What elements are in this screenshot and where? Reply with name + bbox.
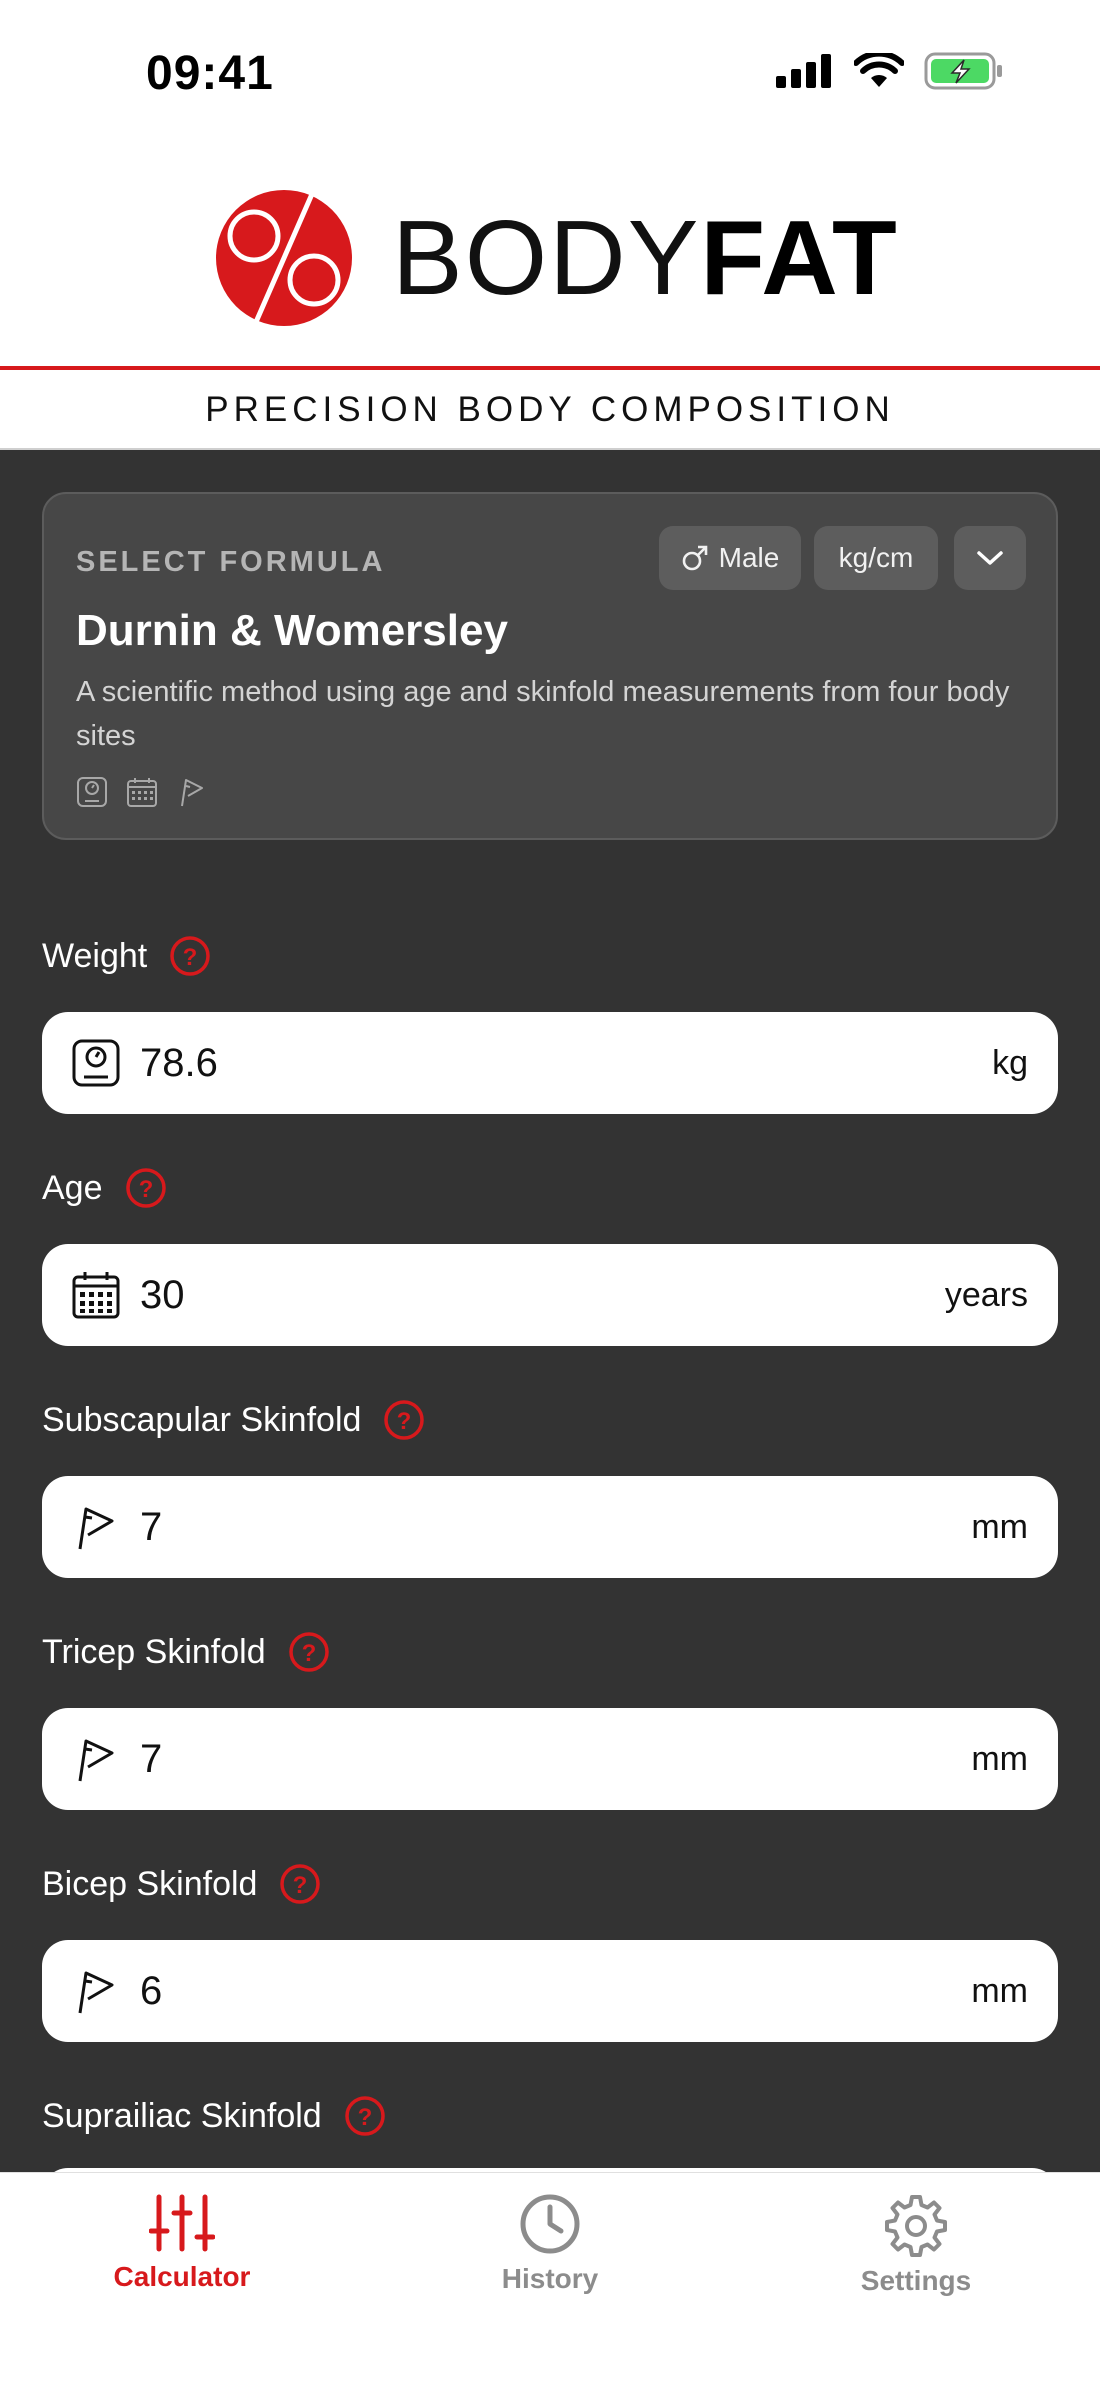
app-header: 09:41 BODYFAT PRECISION BODY COMPOSITION bbox=[0, 0, 1100, 450]
subscapular-field[interactable]: mm bbox=[42, 1476, 1058, 1578]
help-icon[interactable]: ? bbox=[383, 1399, 425, 1441]
caliper-icon bbox=[78, 1739, 114, 1782]
status-time: 09:41 bbox=[146, 47, 274, 100]
header-red-divider bbox=[0, 366, 1100, 370]
calendar-icon bbox=[72, 1272, 120, 1319]
help-icon[interactable]: ? bbox=[344, 2095, 386, 2137]
weight-label-row: Weight ? bbox=[42, 935, 211, 977]
caliper-icon bbox=[181, 779, 203, 807]
formula-title: Durnin & Womersley bbox=[76, 606, 508, 655]
tab-settings-label: Settings bbox=[860, 2265, 972, 2296]
svg-text:?: ? bbox=[183, 944, 198, 971]
chevron-down-icon bbox=[977, 551, 1003, 565]
gear-icon bbox=[885, 2195, 947, 2257]
svg-text:?: ? bbox=[293, 1872, 308, 1899]
logo-word-body: BODY bbox=[392, 199, 701, 317]
tab-history-label: History bbox=[501, 2263, 599, 2294]
bicep-field[interactable]: mm bbox=[42, 1940, 1058, 2042]
gender-toggle-button[interactable]: Male bbox=[659, 526, 801, 590]
scale-icon bbox=[72, 1039, 120, 1087]
tricep-label-row: Tricep Skinfold ? bbox=[42, 1631, 330, 1673]
scale-icon bbox=[77, 777, 107, 807]
status-icons bbox=[776, 52, 1004, 90]
units-toggle-button[interactable]: kg/cm bbox=[814, 526, 938, 590]
bicep-unit: mm bbox=[971, 1971, 1028, 2010]
tricep-field[interactable]: mm bbox=[42, 1708, 1058, 1810]
header-gray-divider bbox=[0, 448, 1100, 450]
age-label: Age bbox=[42, 1168, 103, 1207]
clock-icon bbox=[520, 2194, 580, 2254]
percent-logo-icon bbox=[216, 190, 352, 326]
help-icon[interactable]: ? bbox=[125, 1167, 167, 1209]
subscapular-unit: mm bbox=[971, 1507, 1028, 1546]
subscapular-label-row: Subscapular Skinfold ? bbox=[42, 1399, 425, 1441]
age-unit: years bbox=[944, 1275, 1028, 1314]
svg-text:?: ? bbox=[397, 1408, 412, 1435]
tricep-input[interactable] bbox=[140, 1736, 972, 1782]
select-formula-label: SELECT FORMULA bbox=[76, 546, 386, 578]
age-field[interactable]: years bbox=[42, 1244, 1058, 1346]
weight-field[interactable]: kg bbox=[42, 1012, 1058, 1114]
subscapular-input[interactable] bbox=[140, 1504, 972, 1550]
tagline: PRECISION BODY COMPOSITION bbox=[205, 390, 895, 429]
formula-description: A scientific method using age and skinfo… bbox=[76, 676, 1010, 752]
bicep-label: Bicep Skinfold bbox=[42, 1864, 258, 1903]
gender-label: Male bbox=[718, 542, 780, 573]
caliper-icon bbox=[78, 1507, 114, 1550]
wifi-icon bbox=[854, 53, 904, 87]
formula-selector-card[interactable]: SELECT FORMULA Male kg/cm Durnin & Womer… bbox=[42, 492, 1058, 840]
bodyfat-logo: BODYFAT bbox=[216, 190, 899, 326]
svg-text:?: ? bbox=[138, 1176, 153, 1203]
bicep-input[interactable] bbox=[140, 1968, 972, 2014]
tricep-unit: mm bbox=[971, 1739, 1028, 1778]
weight-input[interactable] bbox=[140, 1040, 993, 1086]
tab-settings[interactable]: Settings bbox=[816, 2193, 1016, 2297]
age-label-row: Age ? bbox=[42, 1167, 167, 1209]
help-icon[interactable]: ? bbox=[279, 1863, 321, 1905]
svg-text:?: ? bbox=[301, 1640, 316, 1667]
suprailiac-label: Suprailiac Skinfold bbox=[42, 2096, 322, 2135]
weight-unit: kg bbox=[992, 1043, 1028, 1082]
formula-dropdown-button[interactable] bbox=[954, 526, 1026, 590]
formula-required-inputs bbox=[76, 776, 208, 808]
svg-text:?: ? bbox=[357, 2104, 372, 2131]
weight-label: Weight bbox=[42, 936, 148, 975]
help-icon[interactable]: ? bbox=[288, 1631, 330, 1673]
tab-calculator-label: Calculator bbox=[113, 2261, 251, 2292]
units-label: kg/cm bbox=[838, 542, 914, 573]
tab-calculator[interactable]: Calculator bbox=[82, 2193, 282, 2293]
calendar-icon bbox=[127, 778, 157, 807]
age-input[interactable] bbox=[140, 1272, 945, 1318]
tab-history[interactable]: History bbox=[450, 2193, 650, 2295]
bottom-tab-bar: Calculator History Settings bbox=[0, 2172, 1100, 2384]
cellular-signal-icon bbox=[776, 54, 831, 88]
logo-word-fat: FAT bbox=[700, 199, 899, 317]
sliders-icon bbox=[149, 2194, 215, 2252]
battery-charging-icon bbox=[924, 52, 1002, 90]
male-symbol-icon bbox=[682, 545, 707, 571]
bicep-label-row: Bicep Skinfold ? bbox=[42, 1863, 321, 1905]
caliper-icon bbox=[78, 1971, 114, 2014]
subscapular-label: Subscapular Skinfold bbox=[42, 1400, 362, 1439]
help-icon[interactable]: ? bbox=[169, 935, 211, 977]
tricep-label: Tricep Skinfold bbox=[42, 1632, 266, 1671]
logo-wordmark: BODYFAT bbox=[392, 205, 899, 311]
suprailiac-label-row: Suprailiac Skinfold ? bbox=[42, 2095, 386, 2137]
